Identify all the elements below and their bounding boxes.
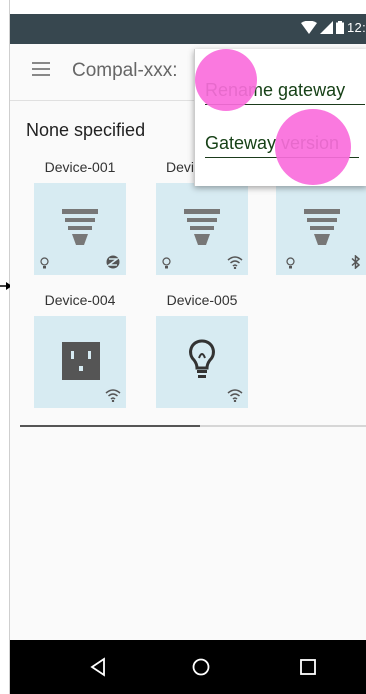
bulb-lamp-icon [304, 209, 340, 245]
home-icon[interactable] [187, 654, 215, 680]
hamburger-menu-icon[interactable] [32, 62, 50, 76]
device-tile[interactable] [156, 316, 248, 408]
zigbee-icon [106, 255, 120, 269]
bluetooth-icon [351, 255, 360, 269]
navigation-bar [10, 640, 366, 694]
device-label: Device-001 [44, 159, 116, 175]
wifi-icon [227, 256, 243, 269]
outlet-icon [62, 342, 100, 380]
device-tile[interactable] [34, 183, 126, 275]
device-tile[interactable] [276, 183, 366, 275]
section-title: None specified [26, 120, 146, 140]
device-label: Device-004 [44, 292, 116, 308]
divider-progress [20, 425, 200, 427]
touch-indicator [275, 109, 351, 185]
bulb-small-icon [162, 257, 171, 269]
scroll-divider [20, 425, 366, 427]
device-card-005[interactable]: Device-005 [156, 290, 248, 408]
bulb-small-icon [286, 257, 295, 269]
bulb-lamp-icon [184, 209, 220, 245]
device-tile[interactable] [34, 316, 126, 408]
device-tile[interactable] [156, 183, 248, 275]
touch-indicator [195, 49, 257, 111]
wifi-icon [301, 21, 318, 34]
device-screen: 12: Compal-xxx: None specified Device-00… [10, 14, 366, 694]
wifi-icon [105, 389, 121, 402]
battery-icon [336, 21, 345, 34]
device-label: Device-005 [166, 292, 238, 308]
recents-icon[interactable] [294, 654, 322, 680]
light-bulb-icon [189, 339, 215, 378]
status-time: 12: [347, 20, 366, 35]
signal-icon [320, 21, 334, 34]
status-bar: 12: [10, 14, 366, 44]
bulb-lamp-icon [62, 209, 98, 245]
bulb-small-icon [40, 257, 49, 269]
device-card-004[interactable]: Device-004 [34, 290, 126, 408]
back-icon[interactable] [84, 654, 112, 680]
app-title: Compal-xxx: [72, 60, 178, 81]
device-card-001[interactable]: Device-001 [34, 157, 126, 275]
wifi-icon [227, 389, 243, 402]
